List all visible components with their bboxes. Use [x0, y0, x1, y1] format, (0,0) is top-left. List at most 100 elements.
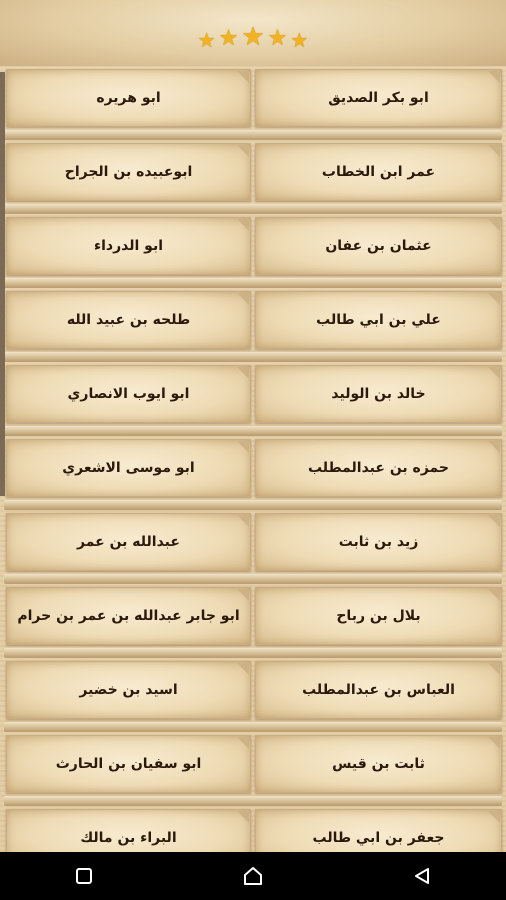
list-row: عثمان بن عفان ابو الدرداء	[0, 214, 506, 288]
list-item-label: بلال بن رباح	[336, 608, 421, 624]
row-divider	[4, 278, 502, 288]
list-item-label: ثابت بن قيس	[332, 756, 425, 772]
list-item-label: ابو جابر عبدالله بن عمر بن حرام	[17, 608, 240, 624]
star-icon[interactable]: ★	[268, 28, 288, 50]
star-icon[interactable]: ★	[198, 30, 216, 50]
page-fold	[237, 145, 249, 157]
list-row: علي بن ابي طالب طلحه بن عبيد الله	[0, 288, 506, 362]
page-fold	[488, 811, 500, 823]
list-item[interactable]: ابو هريره	[6, 69, 251, 127]
rating-stars[interactable]: ★ ★ ★ ★ ★	[198, 24, 309, 50]
list-row: العباس بن عبدالمطلب اسيد بن خضير	[0, 658, 506, 732]
list-item[interactable]: عثمان بن عفان	[255, 217, 502, 275]
list-item[interactable]: عمر ابن الخطاب	[255, 143, 502, 201]
page-fold	[488, 515, 500, 527]
android-navigation-bar	[0, 852, 506, 900]
row-divider	[4, 574, 502, 584]
page-fold	[237, 293, 249, 305]
list-item-label: عمر ابن الخطاب	[321, 164, 436, 180]
list-item[interactable]: زيد بن ثابت	[255, 513, 502, 571]
list-item[interactable]: ابو ايوب الانصاري	[6, 365, 251, 423]
list-item-label: ابوعبيده بن الجراح	[64, 164, 193, 180]
page-fold	[488, 737, 500, 749]
scrollbar[interactable]	[0, 72, 5, 496]
list-item[interactable]: خالد بن الوليد	[255, 365, 502, 423]
list-item[interactable]: حمزه بن عبدالمطلب	[255, 439, 502, 497]
list-row: خالد بن الوليد ابو ايوب الانصاري	[0, 362, 506, 436]
list-row: ثابت بن قيس ابو سفيان بن الحارث	[0, 732, 506, 806]
page-fold	[237, 811, 249, 823]
row-divider	[4, 796, 502, 806]
list-row: جعفر بن ابي طالب البراء بن مالك	[0, 806, 506, 852]
square-icon	[76, 868, 93, 884]
companions-list[interactable]: ابو بكر الصديق ابو هريره عمر ابن الخطاب …	[0, 66, 506, 852]
list-item[interactable]: العباس بن عبدالمطلب	[255, 661, 502, 719]
page-fold	[488, 71, 500, 83]
list-item[interactable]: جعفر بن ابي طالب	[255, 809, 502, 852]
page-fold	[237, 515, 249, 527]
page-fold	[237, 71, 249, 83]
list-row: ابو بكر الصديق ابو هريره	[0, 66, 506, 140]
row-divider	[4, 500, 502, 510]
list-item[interactable]: عبدالله بن عمر	[6, 513, 251, 571]
row-divider	[4, 204, 502, 214]
list-item-label: طلحه بن عبيد الله	[66, 312, 191, 328]
list-item-label: خالد بن الوليد	[331, 386, 426, 402]
back-triangle-icon	[414, 868, 429, 884]
list-item[interactable]: ابو سفيان بن الحارث	[6, 735, 251, 793]
back-button[interactable]	[392, 852, 452, 900]
list-item[interactable]: بلال بن رباح	[255, 587, 502, 645]
page-fold	[237, 663, 249, 675]
page-fold	[488, 663, 500, 675]
row-divider	[4, 426, 502, 436]
list-item[interactable]: اسيد بن خضير	[6, 661, 251, 719]
list-item-label: زيد بن ثابت	[338, 534, 419, 550]
list-item[interactable]: ابو جابر عبدالله بن عمر بن حرام	[6, 587, 251, 645]
page-fold	[237, 219, 249, 231]
list-item[interactable]: ابو موسى الاشعري	[6, 439, 251, 497]
list-item-label: ابو موسى الاشعري	[62, 460, 195, 476]
list-item-label: اسيد بن خضير	[79, 682, 178, 698]
page-fold	[237, 441, 249, 453]
list-row: زيد بن ثابت عبدالله بن عمر	[0, 510, 506, 584]
page-fold	[488, 589, 500, 601]
list-item[interactable]: البراء بن مالك	[6, 809, 251, 852]
star-icon[interactable]: ★	[219, 28, 239, 50]
page-fold	[488, 367, 500, 379]
page-fold	[488, 441, 500, 453]
list-item-label: ابو سفيان بن الحارث	[55, 756, 202, 772]
list-item[interactable]: ابو بكر الصديق	[255, 69, 502, 127]
list-item[interactable]: ثابت بن قيس	[255, 735, 502, 793]
page-fold	[237, 589, 249, 601]
list-item-label: ابو ايوب الانصاري	[67, 386, 190, 402]
row-divider	[4, 648, 502, 658]
home-button[interactable]	[223, 852, 283, 900]
list-item[interactable]: علي بن ابي طالب	[255, 291, 502, 349]
row-divider	[4, 130, 502, 140]
star-icon[interactable]: ★	[290, 30, 308, 50]
list-row: حمزه بن عبدالمطلب ابو موسى الاشعري	[0, 436, 506, 510]
list-row: بلال بن رباح ابو جابر عبدالله بن عمر بن …	[0, 584, 506, 658]
list-item-label: ابو بكر الصديق	[328, 90, 429, 106]
list-item[interactable]: ابوعبيده بن الجراح	[6, 143, 251, 201]
list-item-label: عثمان بن عفان	[325, 238, 432, 254]
list-item-label: العباس بن عبدالمطلب	[302, 682, 455, 698]
star-icon[interactable]: ★	[241, 24, 264, 50]
list-item[interactable]: طلحه بن عبيد الله	[6, 291, 251, 349]
row-divider	[4, 352, 502, 362]
list-item-label: علي بن ابي طالب	[316, 312, 441, 328]
page-fold	[237, 737, 249, 749]
page-fold	[488, 219, 500, 231]
row-divider	[4, 722, 502, 732]
header-banner: ★ ★ ★ ★ ★	[0, 0, 506, 66]
page-fold	[488, 145, 500, 157]
list-item-label: جعفر بن ابي طالب	[312, 830, 445, 846]
recent-apps-button[interactable]	[54, 852, 114, 900]
home-icon	[243, 867, 262, 885]
list-item-label: ابو هريره	[96, 90, 161, 106]
list-item-label: البراء بن مالك	[80, 830, 177, 846]
list-item-label: عبدالله بن عمر	[77, 534, 180, 550]
page-fold	[237, 367, 249, 379]
list-item[interactable]: ابو الدرداء	[6, 217, 251, 275]
list-item-label: حمزه بن عبدالمطلب	[307, 460, 450, 476]
